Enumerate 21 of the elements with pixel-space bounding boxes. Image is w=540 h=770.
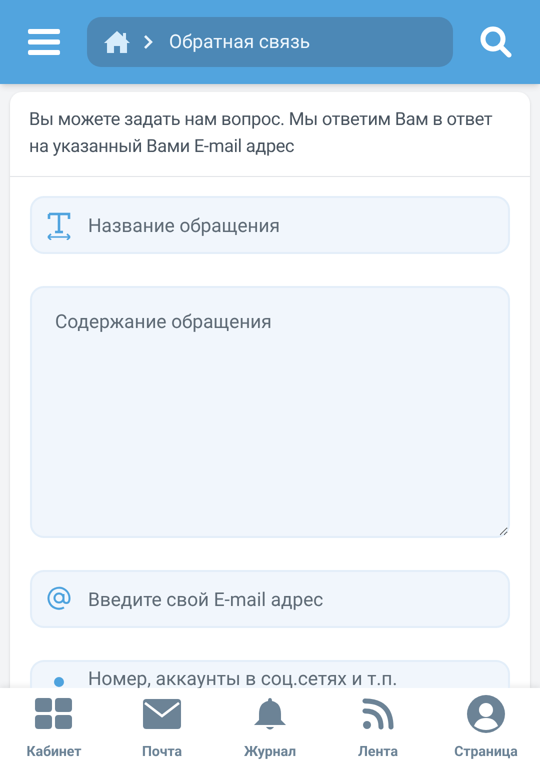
nav-tab[interactable]: Лента: [328, 695, 428, 763]
rss-icon: [362, 698, 394, 730]
nav-tab[interactable]: Кабинет: [4, 695, 104, 763]
message-field[interactable]: Содержание обращения: [30, 286, 510, 538]
text-icon: [46, 212, 72, 240]
nav-tab[interactable]: Журнал: [220, 695, 320, 763]
chevron-icon: [143, 34, 153, 50]
input-field[interactable]: Название обращения: [30, 196, 510, 254]
search-icon[interactable]: [480, 26, 512, 58]
home-icon[interactable]: [103, 30, 131, 54]
intro-text: Вы можете задать нам вопрос. Мы ответим Вам в ответ на указанный Вами E-mail адрес: [10, 92, 530, 177]
account-icon: [467, 695, 505, 733]
mail-icon: [143, 699, 181, 729]
bell-icon: [252, 696, 288, 732]
grid-icon: [35, 698, 73, 730]
at-icon: [47, 586, 71, 610]
breadcrumb-title[interactable]: Обратная связь: [169, 28, 310, 56]
nav-tab[interactable]: Страница: [436, 695, 536, 763]
menu-icon[interactable]: [28, 29, 60, 55]
nav-tab[interactable]: Почта: [112, 695, 212, 763]
email-field[interactable]: Введите свой E-mail адрес: [30, 570, 510, 628]
